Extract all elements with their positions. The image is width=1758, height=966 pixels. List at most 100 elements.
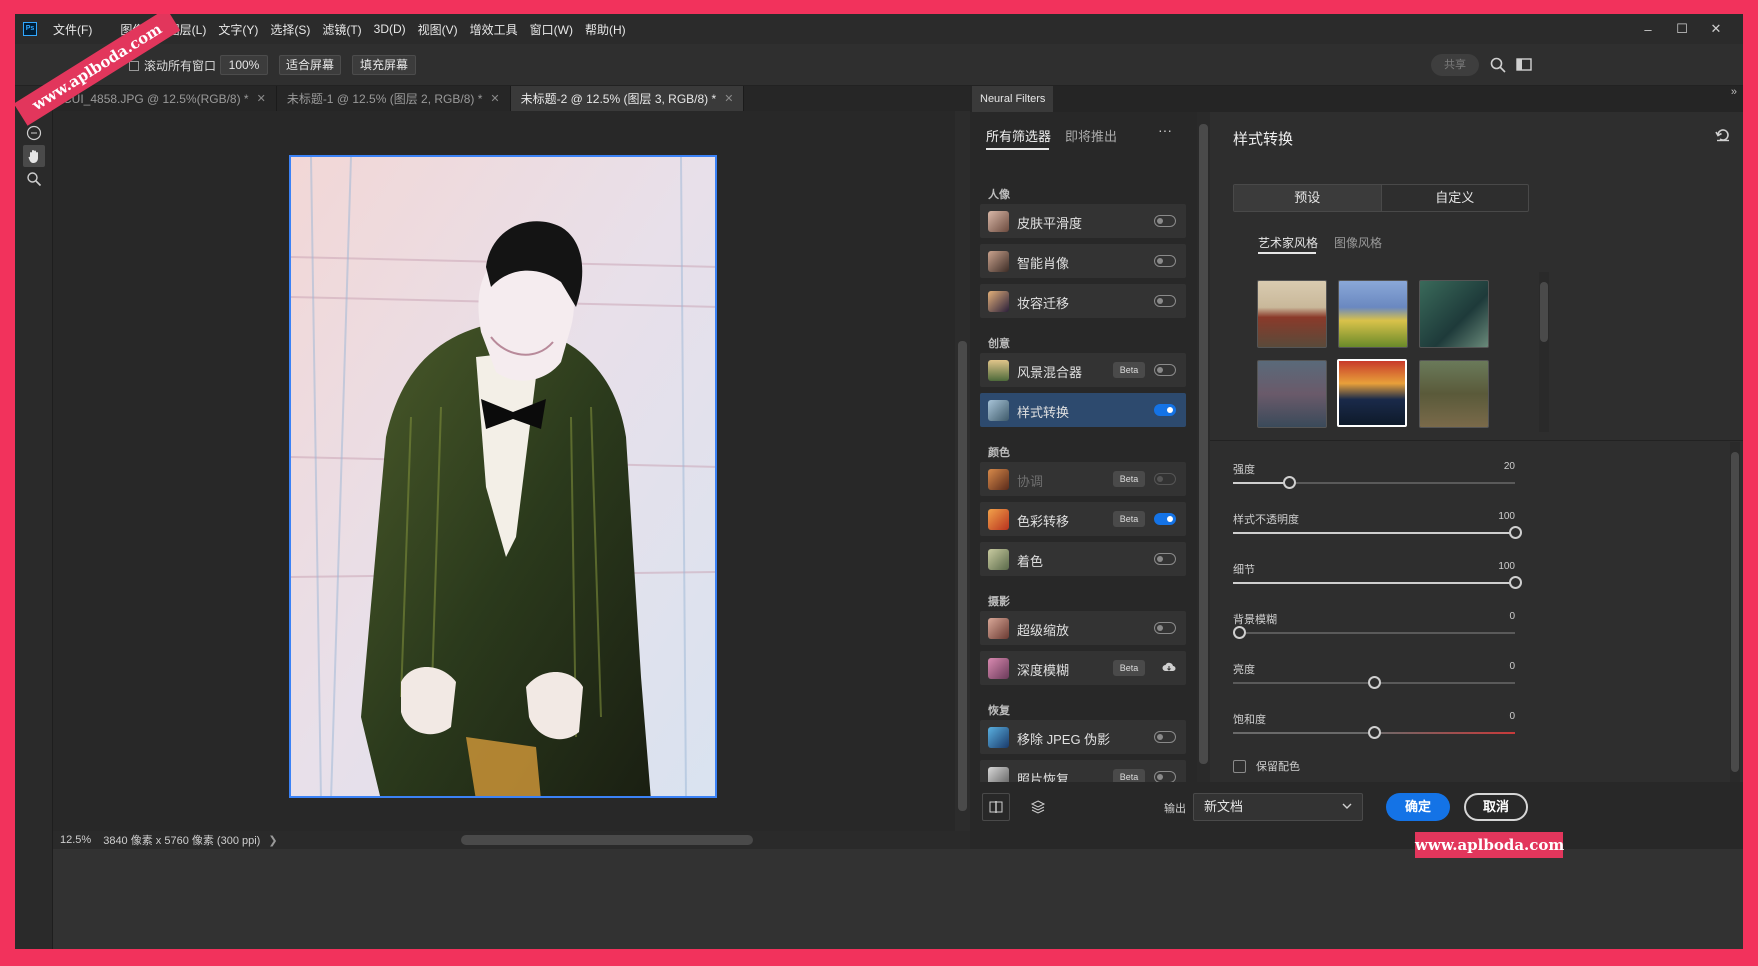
cloud-download-icon[interactable]: [1162, 661, 1176, 676]
style-preset-scream[interactable]: [1337, 359, 1407, 427]
custom-tab[interactable]: 自定义: [1382, 185, 1529, 211]
filter-toggle[interactable]: [1154, 513, 1176, 525]
menu-filter[interactable]: 滤镜(T): [316, 21, 367, 38]
filter-toggle[interactable]: [1154, 473, 1176, 485]
slider-knob[interactable]: [1368, 676, 1381, 689]
status-zoom[interactable]: 12.5%: [60, 834, 91, 846]
slider-track[interactable]: [1233, 576, 1522, 589]
scroll-thumb[interactable]: [1731, 452, 1739, 772]
split-view-icon[interactable]: [982, 793, 1010, 821]
filter-style-transfer[interactable]: 样式转换: [980, 393, 1186, 427]
filter-list-scrollbar[interactable]: [1197, 112, 1210, 782]
tab-all-filters[interactable]: 所有筛选器: [986, 126, 1051, 145]
slider-knob[interactable]: [1232, 626, 1246, 639]
scroll-thumb[interactable]: [1199, 124, 1208, 764]
search-icon[interactable]: [1489, 56, 1507, 74]
canvas-vertical-scrollbar[interactable]: [955, 111, 970, 831]
zoom-out-icon[interactable]: [23, 122, 45, 144]
filter-remove-jpeg[interactable]: 移除 JPEG 伪影: [980, 720, 1186, 754]
close-button[interactable]: ✕: [1699, 14, 1733, 44]
menu-plugins[interactable]: 增效工具: [464, 21, 524, 38]
collapse-panel-icon[interactable]: »: [1731, 86, 1737, 98]
app-logo-icon[interactable]: Ps: [23, 22, 37, 36]
preset-scrollbar[interactable]: [1539, 272, 1549, 432]
menu-window[interactable]: 窗口(W): [524, 21, 579, 38]
hand-tool-icon[interactable]: [23, 145, 45, 167]
filter-smart-portrait[interactable]: 智能肖像: [980, 244, 1186, 278]
minimize-button[interactable]: –: [1631, 14, 1665, 44]
slider-knob[interactable]: [1509, 526, 1522, 539]
doc-tab-untitled-1[interactable]: 未标题-1 @ 12.5% (图层 2, RGB/8) * ✕: [277, 86, 511, 111]
menu-file[interactable]: 文件(F): [47, 21, 98, 38]
filter-harmonize[interactable]: 协调 Beta: [980, 462, 1186, 496]
filter-super-zoom[interactable]: 超级缩放: [980, 611, 1186, 645]
close-tab-icon[interactable]: ✕: [724, 92, 733, 105]
style-preset-wheatfield[interactable]: [1338, 280, 1408, 348]
filter-toggle[interactable]: [1154, 295, 1176, 307]
slider-knob[interactable]: [1368, 726, 1381, 739]
slider-value: 0: [1509, 661, 1515, 672]
tab-upcoming[interactable]: 即将推出: [1065, 126, 1117, 145]
cancel-button[interactable]: 取消: [1464, 793, 1528, 821]
neural-filters-tab[interactable]: Neural Filters: [972, 86, 1054, 112]
filter-color-transfer[interactable]: 色彩转移 Beta: [980, 502, 1186, 536]
filter-toggle[interactable]: [1154, 215, 1176, 227]
reset-icon[interactable]: [1715, 128, 1731, 145]
doc-tab-untitled-2[interactable]: 未标题-2 @ 12.5% (图层 3, RGB/8) * ✕: [510, 86, 745, 111]
scroll-thumb[interactable]: [1540, 282, 1548, 342]
doc-tab-cui[interactable]: CUI_4858.JPG @ 12.5%(RGB/8) * ✕: [53, 86, 277, 111]
style-preset-waterlilies[interactable]: [1419, 280, 1489, 348]
close-tab-icon[interactable]: ✕: [490, 92, 499, 105]
scroll-thumb[interactable]: [958, 341, 967, 811]
workspace-icon[interactable]: [1515, 56, 1535, 74]
image-style-tab[interactable]: 图像风格: [1334, 234, 1382, 251]
filter-toggle[interactable]: [1154, 622, 1176, 634]
filter-skin-smoothing[interactable]: 皮肤平滑度: [980, 204, 1186, 238]
share-button[interactable]: 共享: [1431, 54, 1479, 76]
settings-scrollbar[interactable]: [1730, 442, 1740, 782]
menu-3d[interactable]: 3D(D): [368, 22, 412, 36]
filter-toggle[interactable]: [1154, 553, 1176, 565]
menu-type[interactable]: 文字(Y): [212, 21, 264, 38]
checkbox-box[interactable]: [1233, 759, 1246, 773]
style-preset-landscape-dark[interactable]: [1257, 360, 1327, 428]
slider-track[interactable]: [1233, 476, 1515, 489]
slider-track[interactable]: [1233, 526, 1522, 539]
style-preset-mountain[interactable]: [1257, 280, 1327, 348]
artist-style-tab[interactable]: 艺术家风格: [1258, 234, 1318, 251]
presets-tab[interactable]: 预设: [1234, 185, 1382, 211]
horizontal-scroll-thumb[interactable]: [461, 835, 753, 845]
checkbox-box[interactable]: [129, 60, 139, 71]
status-arrow-icon[interactable]: ❯: [268, 834, 277, 847]
fill-screen-button[interactable]: 填充屏幕: [352, 55, 416, 75]
slider-knob[interactable]: [1509, 576, 1522, 589]
filter-makeup-transfer[interactable]: 妆容迁移: [980, 284, 1186, 318]
menu-view[interactable]: 视图(V): [412, 21, 464, 38]
output-select[interactable]: 新文档: [1193, 793, 1363, 821]
layers-preview-icon[interactable]: [1024, 793, 1052, 821]
filter-toggle[interactable]: [1154, 255, 1176, 267]
ok-button[interactable]: 确定: [1386, 793, 1450, 821]
scroll-all-windows-checkbox[interactable]: 滚动所有窗口: [129, 57, 216, 74]
slider-track[interactable]: [1233, 676, 1515, 689]
zoom-tool-icon[interactable]: [23, 168, 45, 190]
document-canvas[interactable]: [53, 111, 970, 831]
preserve-color-checkbox[interactable]: 保留配色: [1233, 758, 1300, 774]
close-tab-icon[interactable]: ✕: [257, 92, 266, 105]
filter-toggle[interactable]: [1154, 364, 1176, 376]
zoom-percent-field[interactable]: 100%: [220, 55, 268, 75]
slider-knob[interactable]: [1283, 476, 1297, 489]
style-preset-village[interactable]: [1419, 360, 1489, 428]
maximize-button[interactable]: ☐: [1665, 14, 1699, 44]
menu-select[interactable]: 选择(S): [264, 21, 316, 38]
filter-toggle[interactable]: [1154, 404, 1176, 416]
filter-colorize[interactable]: 着色: [980, 542, 1186, 576]
slider-track[interactable]: [1233, 726, 1515, 739]
slider-track[interactable]: [1232, 626, 1515, 639]
fit-screen-button[interactable]: 适合屏幕: [279, 55, 341, 75]
menu-help[interactable]: 帮助(H): [579, 21, 632, 38]
filter-landscape-mixer[interactable]: 风景混合器 Beta: [980, 353, 1186, 387]
filter-depth-blur[interactable]: 深度模糊 Beta: [980, 651, 1186, 685]
filter-toggle[interactable]: [1154, 731, 1176, 743]
more-options-icon[interactable]: ···: [1158, 122, 1172, 138]
